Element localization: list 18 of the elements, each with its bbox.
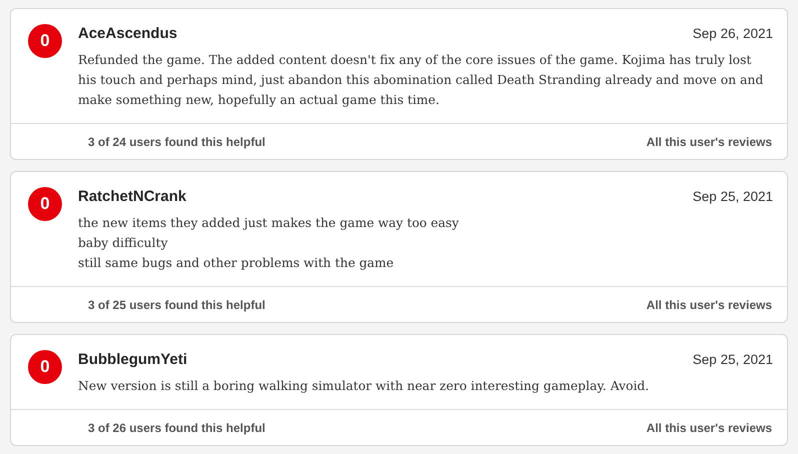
user-reviews-link[interactable]: All this user's reviews bbox=[646, 298, 772, 312]
username: AceAscendus bbox=[78, 25, 178, 42]
helpful-count: 3 of 26 users found this helpful bbox=[88, 420, 266, 434]
score-badge: 0 bbox=[28, 24, 62, 58]
user-reviews-link[interactable]: All this user's reviews bbox=[646, 420, 772, 434]
username: RatchetNCrank bbox=[78, 188, 186, 205]
user-reviews-link[interactable]: All this user's reviews bbox=[646, 134, 772, 148]
helpful-count: 3 of 24 users found this helpful bbox=[88, 134, 266, 148]
review-date: Sep 25, 2021 bbox=[692, 189, 773, 204]
review-date: Sep 26, 2021 bbox=[692, 26, 773, 41]
score-badge: 0 bbox=[28, 187, 62, 221]
score-badge: 0 bbox=[28, 350, 62, 384]
review-text: New version is still a boring walking simulator with near zero interesting gameplay. Avoid. bbox=[78, 377, 650, 395]
review-text: Refunded the game. The added content doesn't fix any of the core issues of the game. Kojima has truly lost his touch and perhaps mind, just abandon this abomination called Death Stranding already and move on and make something new, hopefully an actual game this time. bbox=[78, 51, 764, 109]
username: BubblegumYeti bbox=[78, 351, 188, 368]
review-date: Sep 25, 2021 bbox=[692, 352, 773, 367]
helpful-count: 3 of 25 users found this helpful bbox=[88, 298, 266, 312]
review-text: the new items they added just makes the game way too easy baby difficulty still same bugs and other problems with the game bbox=[78, 214, 460, 272]
